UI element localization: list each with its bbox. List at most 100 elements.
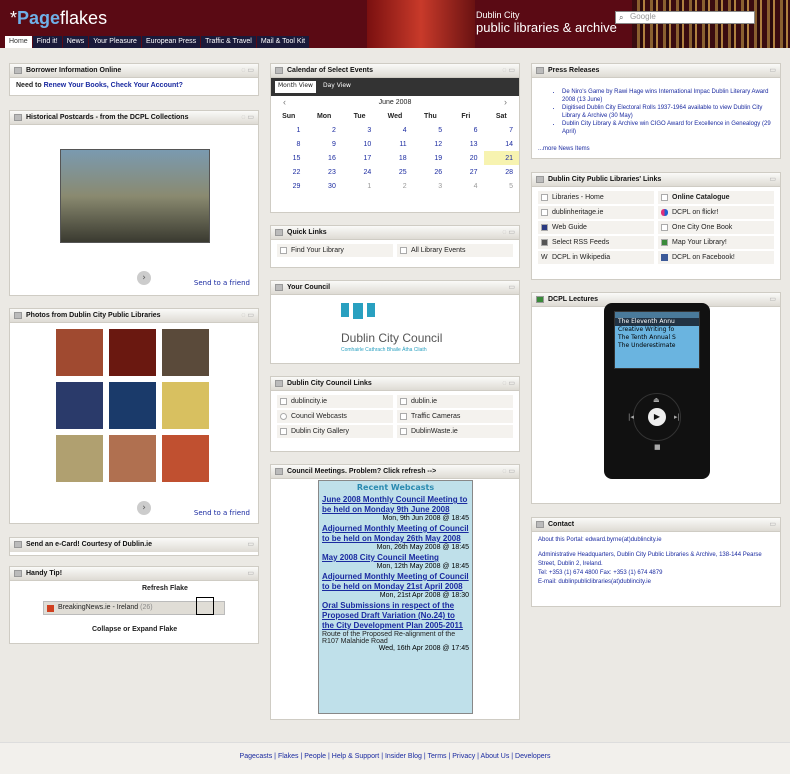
webcast-link[interactable]: Oral Submissions in respect of the Propo… (322, 601, 469, 631)
calendar-day[interactable]: 6 (448, 123, 483, 137)
link-online-catalogue[interactable]: Online Catalogue (658, 191, 774, 204)
play-button[interactable]: ▶ (648, 408, 666, 426)
prev-month-icon[interactable]: ‹ (283, 97, 286, 107)
calendar-day[interactable]: 24 (342, 165, 377, 179)
webcast-link[interactable]: Adjourned Monthly Meeting of Council to … (322, 524, 469, 544)
tab-news[interactable]: News (62, 36, 89, 48)
search-input[interactable]: ⌕ Google (615, 11, 755, 24)
calendar-day[interactable]: 13 (448, 137, 483, 151)
calendar-day[interactable]: 2 (377, 179, 412, 193)
quicklink-find-library[interactable]: Find Your Library (277, 244, 393, 257)
link-facebook[interactable]: DCPL on Facebook! (658, 251, 774, 264)
link-wikipedia[interactable]: W DCPL in Wikipedia (538, 251, 654, 264)
calendar-day[interactable]: 3 (342, 123, 377, 137)
next-month-icon[interactable]: › (504, 97, 507, 107)
link-dublincity[interactable]: dublincity.ie (277, 395, 393, 408)
calendar-day[interactable]: 27 (448, 165, 483, 179)
calendar-day[interactable]: 28 (484, 165, 519, 179)
calendar-day[interactable]: 10 (342, 137, 377, 151)
calendar-day[interactable]: 25 (377, 165, 412, 179)
calendar-day[interactable]: 16 (306, 151, 341, 165)
calendar-day[interactable]: 1 (342, 179, 377, 193)
press-item[interactable]: De Niro's Game by Rawi Hage wins Interna… (562, 88, 774, 104)
flake-controls-icon[interactable]: ◌ ▭ (241, 113, 254, 121)
flake-controls-icon[interactable]: ▭ (769, 520, 776, 528)
tab-find-it[interactable]: Find it! (32, 36, 62, 48)
link-one-city-one-book[interactable]: One City One Book (658, 221, 774, 234)
renew-books-link[interactable]: Renew Your Books, Check Your Account? (44, 82, 183, 89)
contact-email[interactable]: E-mail: dublinpubliclibraries(at)dublinc… (538, 578, 774, 587)
calendar-day[interactable]: 7 (484, 123, 519, 137)
tab-mail-tool-kit[interactable]: Mail & Tool Kit (256, 36, 310, 48)
link-libraries-home[interactable]: Libraries - Home (538, 191, 654, 204)
calendar-day[interactable]: 2 (306, 123, 341, 137)
flake-controls-icon[interactable]: ▭ (769, 295, 776, 303)
calendar-day[interactable]: 14 (484, 137, 519, 151)
link-traffic-cameras[interactable]: Traffic Cameras (397, 410, 513, 423)
link-flickr[interactable]: DCPL on flickr! (658, 206, 774, 219)
flake-controls-icon[interactable]: ▭ (769, 175, 776, 183)
link-council-webcasts[interactable]: Council Webcasts (277, 410, 393, 423)
press-item[interactable]: Digitised Dublin City Electoral Rolls 19… (562, 104, 774, 120)
calendar-day[interactable]: 30 (306, 179, 341, 193)
month-view-button[interactable]: Month View (275, 81, 316, 93)
calendar-day[interactable]: 19 (413, 151, 448, 165)
photo-thumb[interactable] (162, 435, 209, 482)
previous-icon[interactable]: |◂ (628, 413, 634, 421)
lecture-item[interactable]: The Tenth Annual S (615, 334, 699, 342)
calendar-day[interactable]: 3 (413, 179, 448, 193)
flake-controls-icon[interactable]: ▭ (508, 283, 515, 291)
photo-thumb[interactable] (56, 435, 103, 482)
flake-controls-icon[interactable]: ◌ ▭ (502, 379, 515, 387)
send-to-friend-link[interactable]: Send to a friend (194, 279, 250, 287)
tab-traffic-travel[interactable]: Traffic & Travel (201, 36, 256, 48)
flake-controls-icon[interactable]: ◌ ▭ (241, 311, 254, 319)
calendar-day[interactable]: 22 (271, 165, 306, 179)
send-to-friend-link[interactable]: Send to a friend (194, 509, 250, 517)
tab-european-press[interactable]: European Press (141, 36, 201, 48)
next-arrow-icon[interactable]: › (137, 501, 151, 515)
eject-icon[interactable]: ⏏ (653, 396, 660, 404)
flake-controls-icon[interactable]: ◌ ▭ (241, 66, 254, 74)
flake-controls-icon[interactable]: ▭ (247, 540, 254, 548)
flake-controls-icon[interactable]: ◌ ▭ (502, 228, 515, 236)
link-dublin-ie[interactable]: dublin.ie (397, 395, 513, 408)
lecture-item[interactable]: The Eleventh Annu (615, 318, 699, 326)
calendar-day[interactable]: 9 (306, 137, 341, 151)
next-arrow-icon[interactable]: › (137, 271, 151, 285)
calendar-day[interactable]: 12 (413, 137, 448, 151)
calendar-day[interactable]: 17 (342, 151, 377, 165)
calendar-day[interactable]: 20 (448, 151, 483, 165)
link-city-gallery[interactable]: Dublin City Gallery (277, 425, 393, 438)
quicklink-library-events[interactable]: All Library Events (397, 244, 513, 257)
tab-your-pleasure[interactable]: Your Pleasure (89, 36, 141, 48)
calendar-day[interactable]: 26 (413, 165, 448, 179)
webcast-link[interactable]: Adjourned Monthly Meeting of Council to … (322, 572, 469, 592)
calendar-day[interactable]: 11 (377, 137, 412, 151)
photo-thumb[interactable] (109, 382, 156, 429)
flake-controls-icon[interactable]: ◌ ▭ (502, 467, 515, 475)
calendar-day[interactable]: 4 (377, 123, 412, 137)
lecture-item[interactable]: The Underestimate (615, 342, 699, 350)
calendar-day[interactable]: 1 (271, 123, 306, 137)
calendar-day[interactable]: 5 (484, 179, 519, 193)
photo-thumb[interactable] (162, 382, 209, 429)
calendar-day[interactable]: 15 (271, 151, 306, 165)
link-dublinheritage[interactable]: dublinheritage.ie (538, 206, 654, 219)
link-map-library[interactable]: Map Your Library! (658, 236, 774, 249)
calendar-day[interactable]: 18 (377, 151, 412, 165)
flake-controls-icon[interactable]: ◌ ▭ (502, 66, 515, 74)
calendar-day[interactable]: 23 (306, 165, 341, 179)
stop-icon[interactable]: ■ (654, 443, 661, 451)
flake-controls-icon[interactable]: ▭ (769, 66, 776, 74)
more-news-link[interactable]: ...more News Items (538, 146, 590, 152)
next-track-icon[interactable]: ▸| (674, 413, 680, 421)
footer-links[interactable]: Pagecasts | Flakes | People | Help & Sup… (0, 753, 790, 760)
link-web-guide[interactable]: Web Guide (538, 221, 654, 234)
contact-about[interactable]: About this Portal: edward.byrne(at)dubli… (538, 536, 774, 545)
tab-home[interactable]: Home (5, 36, 32, 48)
pageflakes-logo[interactable]: *Pageflakes (10, 8, 107, 29)
photo-thumb[interactable] (162, 329, 209, 376)
calendar-day[interactable]: 4 (448, 179, 483, 193)
lecture-item[interactable]: Creative Writing fo (615, 326, 699, 334)
